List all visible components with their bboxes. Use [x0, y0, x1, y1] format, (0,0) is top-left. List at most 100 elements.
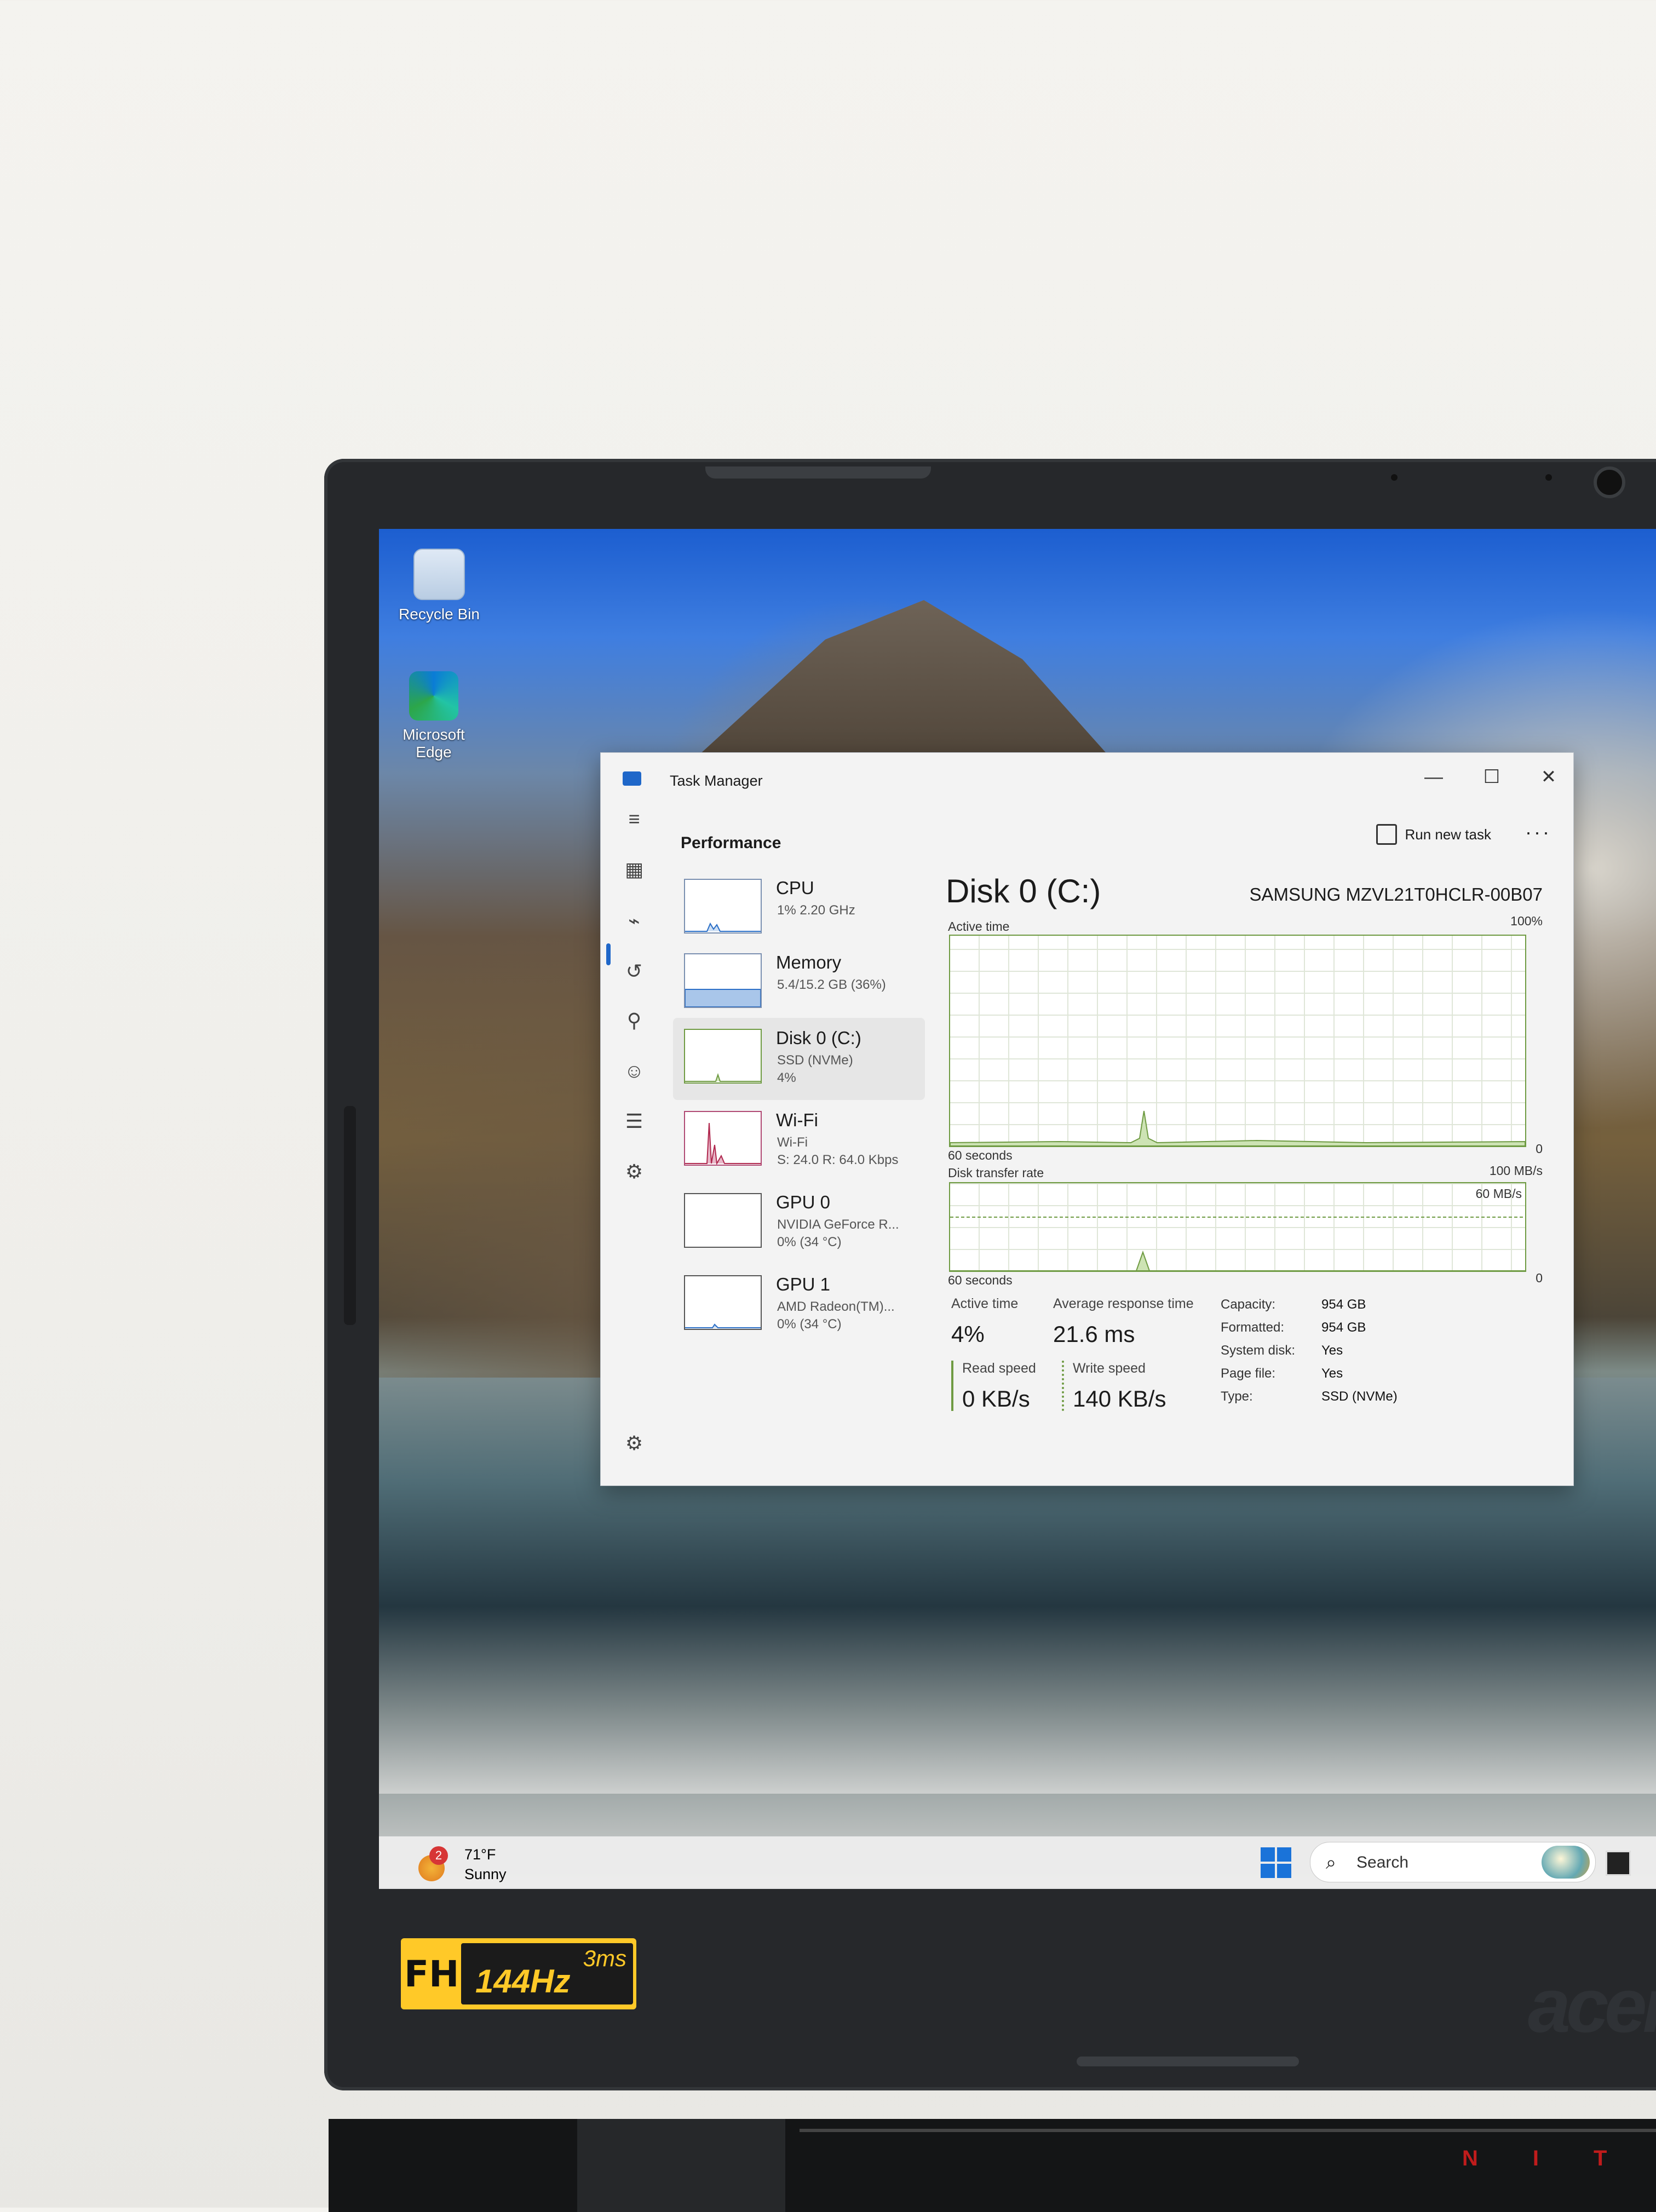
- hamburger-menu-icon[interactable]: ≡: [620, 805, 648, 833]
- cpu-thumbnail-graph: [684, 879, 762, 934]
- prop-key: Page file:: [1221, 1366, 1276, 1381]
- write-speed-legend: [1062, 1361, 1064, 1411]
- read-speed-value: 0 KB/s: [962, 1386, 1030, 1412]
- prop-value: Yes: [1321, 1343, 1343, 1358]
- avg-response-label: Average response time: [1053, 1296, 1194, 1311]
- resource-usage: S: 24.0 R: 64.0 Kbps: [777, 1153, 899, 1167]
- acer-logo: acer: [1528, 1962, 1656, 2048]
- prop-key: System disk:: [1221, 1343, 1296, 1358]
- processes-icon[interactable]: ▦: [620, 856, 648, 883]
- run-new-task-button[interactable]: Run new task: [1376, 824, 1491, 845]
- settings-icon[interactable]: ⚙: [620, 1430, 648, 1457]
- prop-key: Type:: [1221, 1389, 1253, 1404]
- active-time-label: Active time: [951, 1296, 1019, 1311]
- sensor-dot: [1391, 474, 1398, 481]
- users-icon[interactable]: ☺: [620, 1057, 648, 1085]
- desktop-icon-label: Microsoft Edge: [403, 726, 465, 761]
- task-manager-window[interactable]: Task Manager — ☐ ✕ ≡ ▦ ⌁ ↺ ⚲ ☺ ☰ ⚙ ⚙ Per…: [600, 752, 1574, 1486]
- disk-model: SAMSUNG MZVL21T0HCLR-00B07: [1249, 884, 1543, 905]
- maximize-button[interactable]: ☐: [1473, 762, 1511, 792]
- bezel-bottom-notch: [1077, 2057, 1299, 2066]
- task-view-icon[interactable]: [1606, 1851, 1631, 1876]
- title-bar[interactable]: Task Manager — ☐ ✕: [601, 753, 1573, 800]
- desktop-icon-edge[interactable]: Microsoft Edge: [390, 671, 478, 761]
- hinge: [577, 2119, 785, 2212]
- memory-thumbnail-graph: [684, 953, 762, 1008]
- nitro-logo: NIT: [1462, 2146, 1656, 2170]
- search-highlight-image: [1542, 1846, 1590, 1879]
- resource-detail: 5.4/15.2 GB (36%): [777, 977, 886, 992]
- refresh-rate-label: 144Hz: [475, 1963, 571, 2000]
- edge-icon: [409, 671, 458, 721]
- resource-detail: NVIDIA GeForce R...: [777, 1217, 899, 1232]
- resource-usage: 0% (34 °C): [777, 1235, 842, 1249]
- prop-key: Formatted:: [1221, 1320, 1285, 1335]
- nav-rail: ≡ ▦ ⌁ ↺ ⚲ ☺ ☰ ⚙ ⚙: [601, 800, 668, 1485]
- gpu1-thumbnail-graph: [684, 1275, 762, 1330]
- weather-notification-badge: 2: [429, 1846, 448, 1865]
- window-title: Task Manager: [670, 773, 763, 789]
- active-time-graph-max: 100%: [1510, 914, 1543, 928]
- resource-item-wifi[interactable]: Wi-Fi Wi-Fi S: 24.0 R: 64.0 Kbps: [673, 1100, 925, 1182]
- run-task-icon: [1376, 824, 1398, 845]
- prop-key: Capacity:: [1221, 1297, 1276, 1312]
- sensor-dot: [1545, 474, 1552, 481]
- resource-name: GPU 1: [776, 1274, 831, 1294]
- taskbar-search-box[interactable]: ⌕ Search: [1310, 1842, 1596, 1882]
- prop-value: 954 GB: [1321, 1320, 1366, 1335]
- resource-item-disk0[interactable]: Disk 0 (C:) SSD (NVMe) 4%: [673, 1018, 925, 1100]
- fhd-144hz-sticker: FHD 3ms 144Hz: [401, 1938, 636, 2009]
- resource-usage: 4%: [777, 1070, 796, 1085]
- active-time-graph-min: 0: [1536, 1142, 1543, 1156]
- resource-item-gpu0[interactable]: GPU 0 NVIDIA GeForce R... 0% (34 °C): [673, 1182, 925, 1264]
- disk-title: Disk 0 (C:): [946, 873, 1101, 909]
- refresh-rate-panel: 3ms 144Hz: [461, 1943, 633, 2004]
- recycle-bin-icon: [413, 549, 465, 600]
- webcam: [1594, 466, 1625, 498]
- read-speed-legend: [951, 1361, 953, 1411]
- desktop-icon-label: Recycle Bin: [399, 606, 480, 623]
- weather-description[interactable]: Sunny: [464, 1866, 507, 1883]
- write-speed-label: Write speed: [1073, 1361, 1146, 1376]
- transfer-rate-graph-label: Disk transfer rate: [948, 1166, 1044, 1180]
- task-manager-app-icon: [623, 771, 641, 786]
- resource-detail: AMD Radeon(TM)...: [777, 1299, 895, 1314]
- read-speed-label: Read speed: [962, 1361, 1036, 1376]
- search-placeholder: Search: [1356, 1853, 1409, 1871]
- start-button-windows-icon[interactable]: [1261, 1847, 1291, 1878]
- resource-item-memory[interactable]: Memory 5.4/15.2 GB (36%): [673, 942, 925, 1024]
- search-icon: ⌕: [1326, 1852, 1337, 1873]
- active-time-graph-label: Active time: [948, 919, 1010, 934]
- resource-detail: 1% 2.20 GHz: [777, 903, 855, 918]
- resource-detail: SSD (NVMe): [777, 1053, 853, 1068]
- prop-value: 954 GB: [1321, 1297, 1366, 1312]
- weather-temperature[interactable]: 71°F: [464, 1846, 496, 1863]
- minimize-button[interactable]: —: [1415, 762, 1453, 792]
- app-history-icon[interactable]: ↺: [620, 958, 648, 985]
- laptop-base: NIT: [329, 2119, 1656, 2212]
- disk-thumbnail-graph: [684, 1029, 762, 1084]
- resource-item-gpu1[interactable]: GPU 1 AMD Radeon(TM)... 0% (34 °C): [673, 1264, 925, 1346]
- transfer-rate-graph-min: 0: [1536, 1271, 1543, 1285]
- more-options-button[interactable]: ···: [1525, 821, 1551, 844]
- resource-name: Memory: [776, 952, 842, 972]
- resource-usage: 0% (34 °C): [777, 1317, 842, 1332]
- details-icon[interactable]: ☰: [620, 1108, 648, 1135]
- base-stripe: [800, 2129, 1656, 2132]
- section-title: Performance: [681, 834, 781, 852]
- performance-icon[interactable]: ⌁: [620, 907, 648, 935]
- active-time-graph: [949, 935, 1526, 1147]
- resource-list: CPU 1% 2.20 GHz Memory 5.4/15.2 GB (36%)…: [668, 868, 930, 1470]
- response-time-label: 3ms: [583, 1945, 626, 1971]
- transfer-rate-xlabel: 60 seconds: [948, 1273, 1013, 1287]
- desktop-icon-recycle-bin[interactable]: Recycle Bin: [390, 549, 488, 623]
- avg-response-value: 21.6 ms: [1053, 1321, 1135, 1347]
- gpu0-thumbnail-graph: [684, 1193, 762, 1248]
- close-button[interactable]: ✕: [1530, 762, 1568, 792]
- write-speed-value: 140 KB/s: [1073, 1386, 1166, 1412]
- services-icon[interactable]: ⚙: [620, 1158, 648, 1185]
- run-new-task-label: Run new task: [1405, 826, 1491, 843]
- wifi-thumbnail-graph: [684, 1111, 762, 1166]
- startup-apps-icon[interactable]: ⚲: [620, 1007, 648, 1034]
- resource-item-cpu[interactable]: CPU 1% 2.20 GHz: [673, 868, 925, 950]
